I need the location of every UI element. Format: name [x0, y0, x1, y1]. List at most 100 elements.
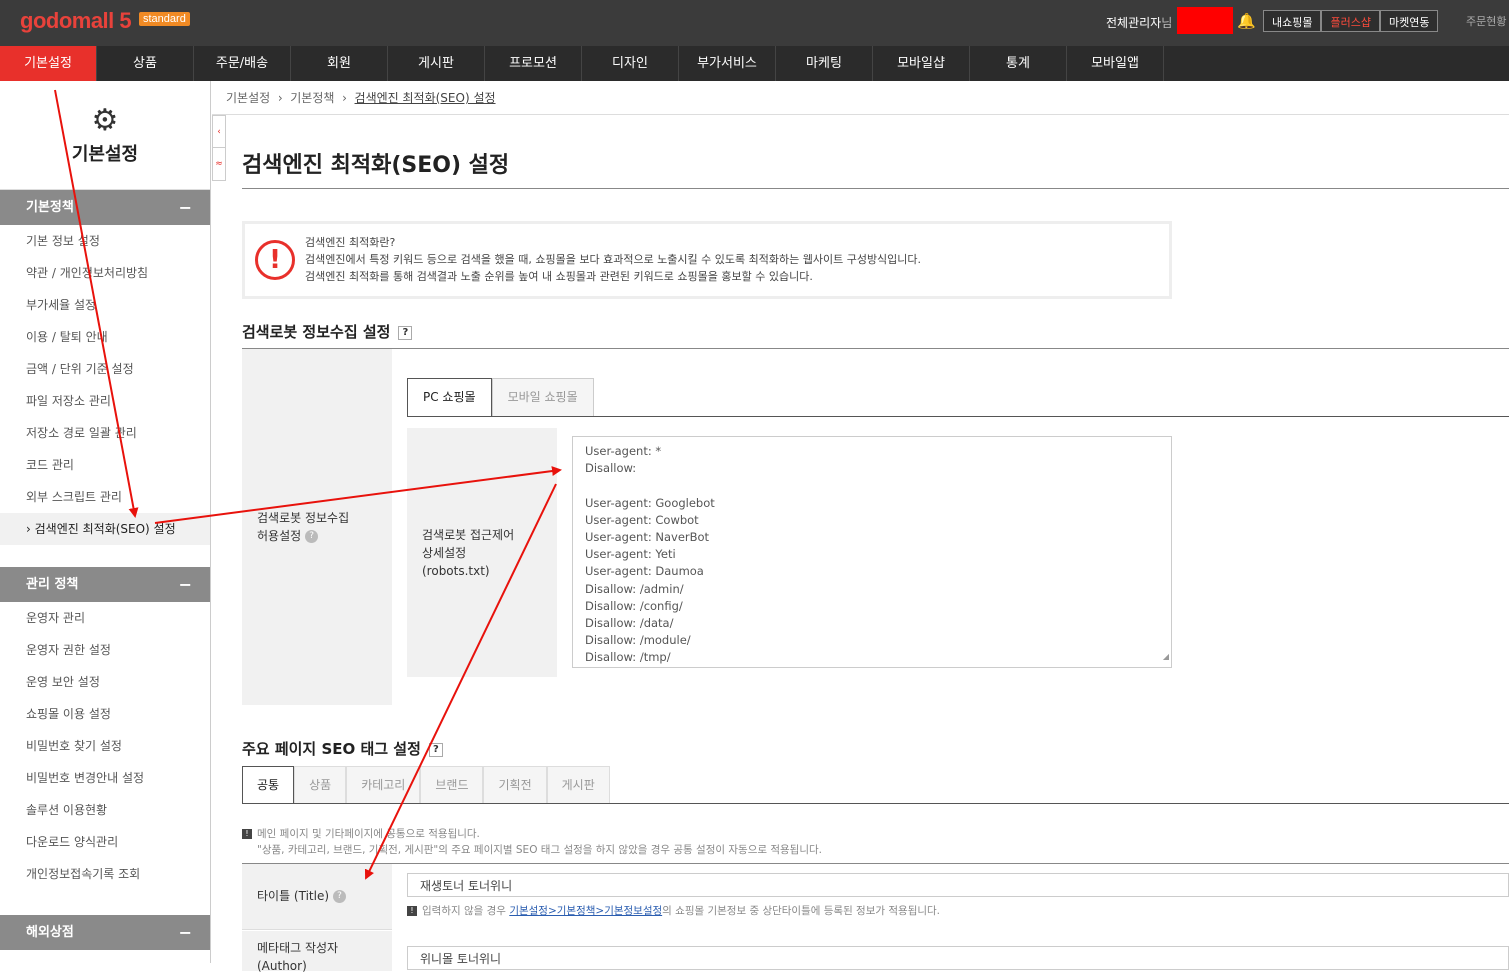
nav-basic-settings[interactable]: 기본설정 — [0, 46, 97, 81]
chevron-left-icon[interactable]: ‹ — [213, 116, 225, 148]
sidebar-item-password-change[interactable]: 비밀번호 변경안내 설정 — [0, 762, 210, 794]
help-circle-icon[interactable]: ? — [333, 890, 347, 903]
logo[interactable]: godomall 5 — [20, 8, 132, 34]
help-circle-icon[interactable]: ? — [305, 530, 319, 543]
seo-tag-table: 타이틀 (Title)? 재생토너 토너위니 ! 입력하지 않을 경우 기본설정>… — [242, 863, 1509, 973]
robot-section-title: 검색로봇 정보수집 설정? — [242, 321, 413, 342]
collapse-vertical-icon[interactable]: ≈ — [213, 148, 225, 180]
nav-orders[interactable]: 주문/배송 — [194, 46, 291, 81]
sidebar-item-security[interactable]: 운영 보안 설정 — [0, 666, 210, 698]
sidebar-item-permissions[interactable]: 운영자 권한 설정 — [0, 634, 210, 666]
gear-icon: ⚙ — [91, 103, 119, 138]
breadcrumb-current[interactable]: 검색엔진 최적화(SEO) 설정 — [355, 91, 496, 105]
sidebar-item-operators[interactable]: 운영자 관리 — [0, 602, 210, 634]
nav-promotion[interactable]: 프로모션 — [485, 46, 582, 81]
breadcrumb-item[interactable]: 기본정책 — [290, 91, 334, 105]
nav-board[interactable]: 게시판 — [388, 46, 485, 81]
tab-common[interactable]: 공통 — [242, 766, 295, 804]
robot-row-label: 검색로봇 정보수집 허용설정? — [242, 349, 392, 705]
author-label2: (Author) — [257, 959, 307, 973]
sidebar-item-basic-info[interactable]: 기본 정보 설정 — [0, 225, 210, 257]
bell-icon[interactable]: 🔔 — [1237, 12, 1256, 30]
sidebar-section-admin-policy[interactable]: 관리 정책 − — [0, 567, 210, 602]
sidebar-item-file-storage[interactable]: 파일 저장소 관리 — [0, 385, 210, 417]
title-label-text: 타이틀 (Title)? — [257, 887, 347, 904]
nav-members[interactable]: 회원 — [291, 46, 388, 81]
sidebar-section-label: 관리 정책 — [26, 577, 79, 592]
tab-category[interactable]: 카테고리 — [346, 766, 421, 804]
nav-mobile-app[interactable]: 모바일앱 — [1067, 46, 1164, 81]
help-icon[interactable]: ? — [398, 325, 413, 340]
collapse-icon[interactable]: − — [179, 915, 192, 950]
sidebar-item-shop-usage[interactable]: 쇼핑몰 이용 설정 — [0, 698, 210, 730]
sidebar-header: ⚙ 기본설정 — [0, 81, 210, 190]
nav-design[interactable]: 디자인 — [582, 46, 679, 81]
market-link-button[interactable]: 마켓연동 — [1379, 10, 1439, 32]
tab-board[interactable]: 게시판 — [546, 766, 610, 804]
plus-shop-button[interactable]: 플러스샵 — [1321, 10, 1380, 32]
nav-stats[interactable]: 통계 — [970, 46, 1067, 81]
tab-brand[interactable]: 브랜드 — [420, 766, 484, 804]
robot-section-title-text: 검색로봇 정보수집 설정 — [242, 323, 391, 341]
order-status-link[interactable]: 주문현황 — [1466, 13, 1506, 29]
robots-txt-label-text: 검색로봇 접근제어 상세설정 (robots.txt) — [422, 526, 514, 580]
author-row-label: 메타태그 작성자 (Author) — [242, 931, 392, 973]
admin-name[interactable]: 전체관리자님 — [1106, 14, 1172, 31]
sidebar-section-basic-policy[interactable]: 기본정책 − — [0, 190, 210, 225]
sidebar: ⚙ 기본설정 기본정책 − 기본 정보 설정 약관 / 개인정보처리방침 부가세율… — [0, 81, 211, 963]
title-help-post: 의 쇼핑몰 기본정보 중 상단타이틀에 등록된 정보가 적용됩니다. — [662, 905, 941, 917]
info-notice: ! 검색엔진 최적화란? 검색엔진에서 특정 키워드 등으로 검색을 했을 때,… — [242, 221, 1172, 299]
seo-section-title: 주요 페이지 SEO 태그 설정? — [242, 738, 443, 759]
tab-exhibition[interactable]: 기획전 — [483, 766, 547, 804]
sidebar-item-external-script[interactable]: 외부 스크립트 관리 — [0, 481, 210, 513]
info-line: ! 메인 페이지 및 기타페이지에 공통으로 적용됩니다. — [242, 826, 480, 841]
breadcrumb-separator: › — [277, 91, 283, 105]
sidebar-item-solution-usage[interactable]: 솔루션 이용현황 — [0, 794, 210, 826]
help-icon[interactable]: ? — [428, 742, 443, 757]
my-shop-button[interactable]: 내쇼핑몰 — [1263, 10, 1322, 32]
sidebar-item-seo[interactable]: › 검색엔진 최적화(SEO) 설정 — [0, 513, 210, 545]
collapse-icon[interactable]: − — [179, 567, 192, 602]
title-input[interactable]: 재생토너 토너위니 — [407, 873, 1509, 897]
robots-txt-textarea[interactable]: User-agent: * Disallow: User-agent: Goog… — [572, 436, 1172, 668]
breadcrumb-item[interactable]: 기본설정 — [226, 91, 270, 105]
notice-text: 검색엔진 최적화란? 검색엔진에서 특정 키워드 등으로 검색을 했을 때, 쇼… — [305, 234, 921, 285]
sidebar-item-find-password[interactable]: 비밀번호 찾기 설정 — [0, 730, 210, 762]
resize-handle-icon[interactable]: ◢ — [1163, 648, 1169, 665]
robot-label-line1: 검색로봇 정보수집 — [257, 511, 350, 525]
sidebar-toggle: ‹ ≈ — [212, 115, 226, 181]
tab-underline — [407, 416, 1509, 417]
info-icon: ! — [242, 829, 252, 839]
collapse-icon[interactable]: − — [179, 190, 192, 225]
robot-label-line2-text: 허용설정 — [257, 529, 302, 543]
author-input[interactable]: 위니몰 토너위니 — [407, 946, 1509, 970]
info-text: 메인 페이지 및 기타페이지에 공통으로 적용됩니다. — [257, 828, 480, 840]
sidebar-item-vat[interactable]: 부가세율 설정 — [0, 289, 210, 321]
top-buttons: 내쇼핑몰 플러스샵 마켓연동 — [1263, 10, 1439, 32]
admin-suffix: 님 — [1161, 16, 1173, 30]
sidebar-item-join-leave[interactable]: 이용 / 탈퇴 안내 — [0, 321, 210, 353]
sidebar-section-overseas[interactable]: 해외상점 − — [0, 915, 210, 950]
sidebar-item-code[interactable]: 코드 관리 — [0, 449, 210, 481]
title-label: 타이틀 (Title) — [257, 889, 330, 903]
nav-addon[interactable]: 부가서비스 — [679, 46, 776, 81]
divider — [242, 188, 1509, 189]
device-tabs: PC 쇼핑몰 모바일 쇼핑몰 — [407, 378, 594, 417]
active-marker: › — [26, 522, 31, 536]
nav-products[interactable]: 상품 — [97, 46, 194, 81]
basic-info-link[interactable]: 기본설정>기본정책>기본정보설정 — [509, 905, 662, 917]
sidebar-item-currency[interactable]: 금액 / 단위 기준 설정 — [0, 353, 210, 385]
nav-mobile-shop[interactable]: 모바일샵 — [873, 46, 970, 81]
robots-label-line: 상세설정 — [422, 546, 467, 560]
logo-badge: standard — [139, 12, 190, 26]
sidebar-item-terms[interactable]: 약관 / 개인정보처리방침 — [0, 257, 210, 289]
sidebar-item-download-forms[interactable]: 다운로드 양식관리 — [0, 826, 210, 858]
sidebar-item-storage-path[interactable]: 저장소 경로 일괄 관리 — [0, 417, 210, 449]
nav-marketing[interactable]: 마케팅 — [776, 46, 873, 81]
notice-line: 검색엔진 최적화를 통해 검색결과 노출 순위를 높여 내 쇼핑몰과 관련된 키… — [305, 270, 813, 283]
tab-pc-shop[interactable]: PC 쇼핑몰 — [407, 378, 492, 417]
sidebar-item-access-log[interactable]: 개인정보접속기록 조회 — [0, 858, 210, 890]
tab-product[interactable]: 상품 — [294, 766, 347, 804]
tab-mobile-shop[interactable]: 모바일 쇼핑몰 — [491, 378, 594, 417]
